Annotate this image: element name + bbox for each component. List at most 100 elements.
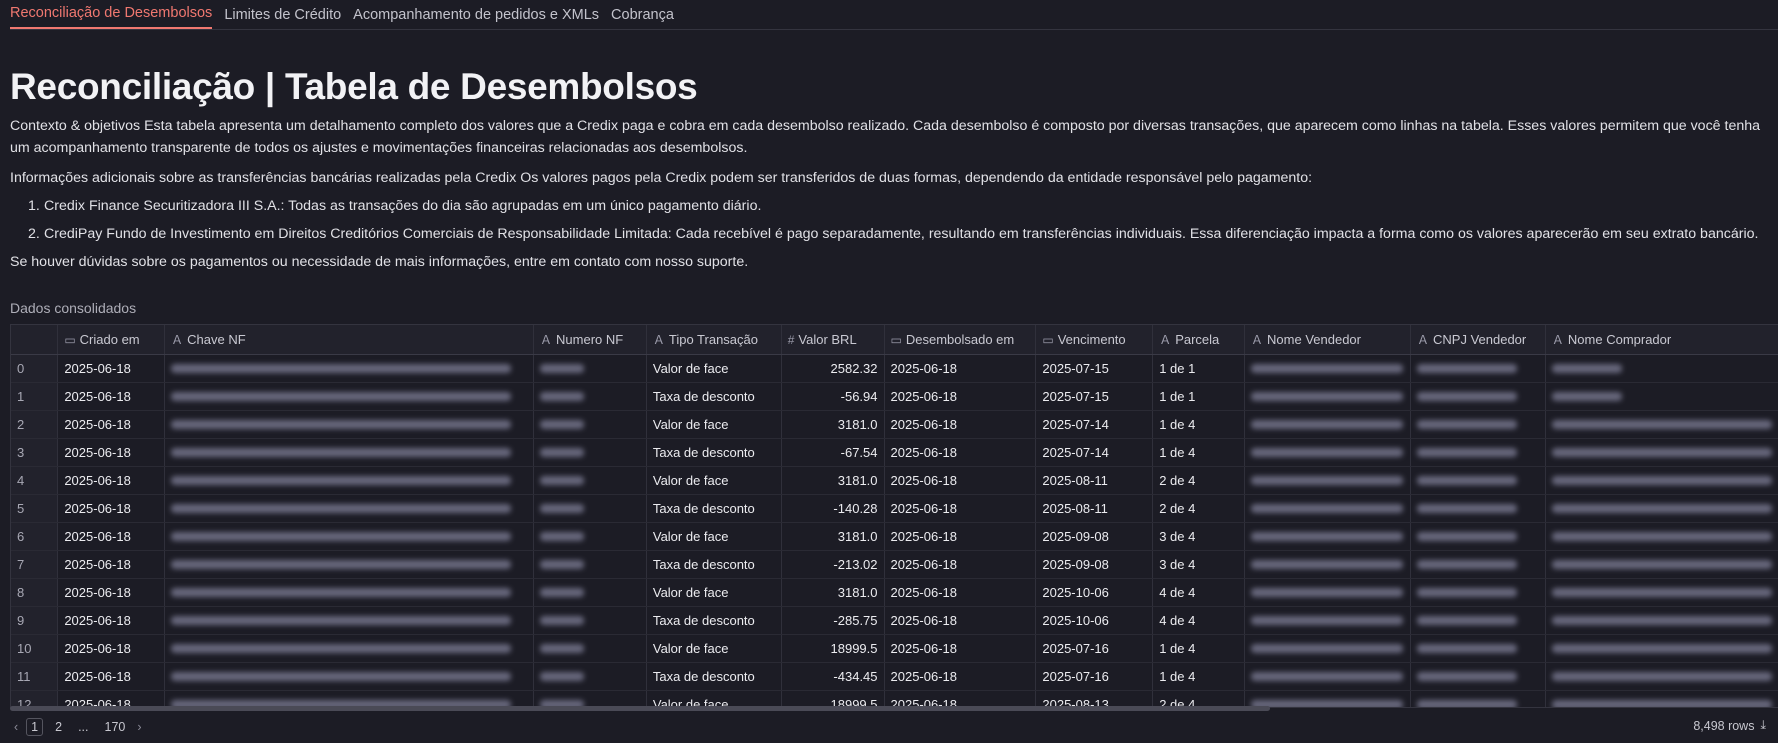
cell-numero-nf[interactable] (533, 578, 647, 607)
cell-nome-comprador[interactable] (1545, 690, 1778, 707)
cell-criado-em[interactable]: 2025-06-18 (57, 578, 166, 607)
cell-cnpj-vendedor[interactable] (1410, 410, 1546, 439)
table-row[interactable]: 1 2025-06-18 Taxa de desconto -56.94 2025-06… (11, 382, 1778, 411)
cell-valor-brl[interactable]: -140.28 (781, 494, 885, 523)
cell-tipo-transacao[interactable]: Taxa de desconto (646, 438, 782, 467)
cell-chave-nf[interactable] (164, 382, 535, 411)
cell-criado-em[interactable]: 2025-06-18 (57, 494, 166, 523)
page-button[interactable]: 2 (51, 719, 66, 735)
download-icon[interactable]: ⤓ (1760, 718, 1766, 733)
cell-valor-brl[interactable]: -213.02 (781, 550, 885, 579)
cell-valor-brl[interactable]: 3181.0 (781, 466, 885, 495)
cell-nome-vendedor[interactable] (1244, 438, 1411, 467)
cell-chave-nf[interactable] (164, 466, 535, 495)
cell-vencimento[interactable]: 2025-07-14 (1035, 410, 1154, 439)
row-index[interactable]: 4 (11, 466, 59, 495)
cell-nome-comprador[interactable] (1545, 382, 1778, 411)
cell-desembolsado-em[interactable]: 2025-06-18 (884, 466, 1037, 495)
table-row[interactable]: 11 2025-06-18 Taxa de desconto -434.45 2025-… (11, 662, 1778, 691)
cell-desembolsado-em[interactable]: 2025-06-18 (884, 634, 1037, 663)
page-button[interactable]: ... (74, 719, 92, 735)
cell-valor-brl[interactable]: 18999.5 (781, 634, 885, 663)
column-header[interactable] (11, 325, 59, 355)
row-index[interactable]: 1 (11, 382, 59, 411)
tab-3[interactable]: Cobrança (611, 1, 686, 29)
cell-nome-comprador[interactable] (1545, 662, 1778, 691)
cell-nome-vendedor[interactable] (1244, 662, 1411, 691)
cell-parcela[interactable]: 3 de 4 (1152, 550, 1246, 579)
cell-desembolsado-em[interactable]: 2025-06-18 (884, 410, 1037, 439)
cell-tipo-transacao[interactable]: Valor de face (646, 578, 782, 607)
cell-chave-nf[interactable] (164, 662, 535, 691)
cell-parcela[interactable]: 3 de 4 (1152, 522, 1246, 551)
cell-vencimento[interactable]: 2025-08-11 (1035, 494, 1154, 523)
cell-criado-em[interactable]: 2025-06-18 (57, 606, 166, 635)
cell-nome-vendedor[interactable] (1244, 466, 1411, 495)
cell-parcela[interactable]: 1 de 4 (1152, 438, 1246, 467)
cell-nome-comprador[interactable] (1545, 438, 1778, 467)
cell-criado-em[interactable]: 2025-06-18 (57, 662, 166, 691)
table-row[interactable]: 9 2025-06-18 Taxa de desconto -285.75 2025-0… (11, 606, 1778, 635)
cell-cnpj-vendedor[interactable] (1410, 466, 1546, 495)
cell-tipo-transacao[interactable]: Taxa de desconto (646, 606, 782, 635)
cell-criado-em[interactable]: 2025-06-18 (57, 438, 166, 467)
cell-nome-vendedor[interactable] (1244, 606, 1411, 635)
prev-page-icon[interactable]: ‹ (14, 720, 18, 734)
cell-tipo-transacao[interactable]: Taxa de desconto (646, 662, 782, 691)
cell-chave-nf[interactable] (164, 578, 535, 607)
column-header[interactable]: Ａ Parcela (1152, 325, 1246, 355)
row-index[interactable]: 10 (11, 634, 59, 663)
table-row[interactable]: 5 2025-06-18 Taxa de desconto -140.28 2025-0… (11, 494, 1778, 523)
table-row[interactable]: 2 2025-06-18 Valor de face 3181.0 2025-06-18… (11, 410, 1778, 439)
cell-desembolsado-em[interactable]: 2025-06-18 (884, 578, 1037, 607)
table-row[interactable]: 3 2025-06-18 Taxa de desconto -67.54 2025-06… (11, 438, 1778, 467)
cell-desembolsado-em[interactable]: 2025-06-18 (884, 550, 1037, 579)
row-index[interactable]: 2 (11, 410, 59, 439)
cell-numero-nf[interactable] (533, 606, 647, 635)
cell-cnpj-vendedor[interactable] (1410, 634, 1546, 663)
cell-vencimento[interactable]: 2025-07-15 (1035, 382, 1154, 411)
cell-desembolsado-em[interactable]: 2025-06-18 (884, 438, 1037, 467)
cell-nome-comprador[interactable] (1545, 634, 1778, 663)
cell-tipo-transacao[interactable]: Valor de face (646, 410, 782, 439)
table-row[interactable]: 10 2025-06-18 Valor de face 18999.5 2025-06-… (11, 634, 1778, 663)
cell-criado-em[interactable]: 2025-06-18 (57, 522, 166, 551)
cell-parcela[interactable]: 2 de 4 (1152, 494, 1246, 523)
cell-vencimento[interactable]: 2025-10-06 (1035, 578, 1154, 607)
table-row[interactable]: 7 2025-06-18 Taxa de desconto -213.02 2025-0… (11, 550, 1778, 579)
row-index[interactable]: 8 (11, 578, 59, 607)
cell-valor-brl[interactable]: 3181.0 (781, 578, 885, 607)
cell-chave-nf[interactable] (164, 634, 535, 663)
cell-chave-nf[interactable] (164, 550, 535, 579)
cell-vencimento[interactable]: 2025-09-08 (1035, 522, 1154, 551)
cell-numero-nf[interactable] (533, 550, 647, 579)
column-header[interactable]: Ａ Chave NF (164, 325, 535, 355)
cell-chave-nf[interactable] (164, 410, 535, 439)
cell-chave-nf[interactable] (164, 522, 535, 551)
cell-tipo-transacao[interactable]: Valor de face (646, 522, 782, 551)
cell-valor-brl[interactable]: -56.94 (781, 382, 885, 411)
cell-criado-em[interactable]: 2025-06-18 (57, 634, 166, 663)
cell-parcela[interactable]: 1 de 4 (1152, 410, 1246, 439)
table-row[interactable]: 0 2025-06-18 Valor de face 2582.32 2025-06-1… (11, 354, 1778, 383)
cell-cnpj-vendedor[interactable] (1410, 522, 1546, 551)
cell-nome-comprador[interactable] (1545, 578, 1778, 607)
page-button[interactable]: 1 (26, 718, 44, 736)
cell-tipo-transacao[interactable]: Valor de face (646, 354, 782, 383)
cell-desembolsado-em[interactable]: 2025-06-18 (884, 662, 1037, 691)
cell-chave-nf[interactable] (164, 494, 535, 523)
cell-cnpj-vendedor[interactable] (1410, 382, 1546, 411)
cell-parcela[interactable]: 1 de 4 (1152, 634, 1246, 663)
cell-parcela[interactable]: 1 de 1 (1152, 354, 1246, 383)
cell-cnpj-vendedor[interactable] (1410, 494, 1546, 523)
cell-numero-nf[interactable] (533, 410, 647, 439)
cell-vencimento[interactable]: 2025-07-15 (1035, 354, 1154, 383)
cell-numero-nf[interactable] (533, 634, 647, 663)
column-header[interactable]: Ａ CNPJ Vendedor (1410, 325, 1546, 355)
row-index[interactable]: 0 (11, 354, 59, 383)
cell-vencimento[interactable]: 2025-09-08 (1035, 550, 1154, 579)
cell-nome-comprador[interactable] (1545, 410, 1778, 439)
cell-nome-vendedor[interactable] (1244, 690, 1411, 707)
cell-vencimento[interactable]: 2025-07-14 (1035, 438, 1154, 467)
row-index[interactable]: 9 (11, 606, 59, 635)
